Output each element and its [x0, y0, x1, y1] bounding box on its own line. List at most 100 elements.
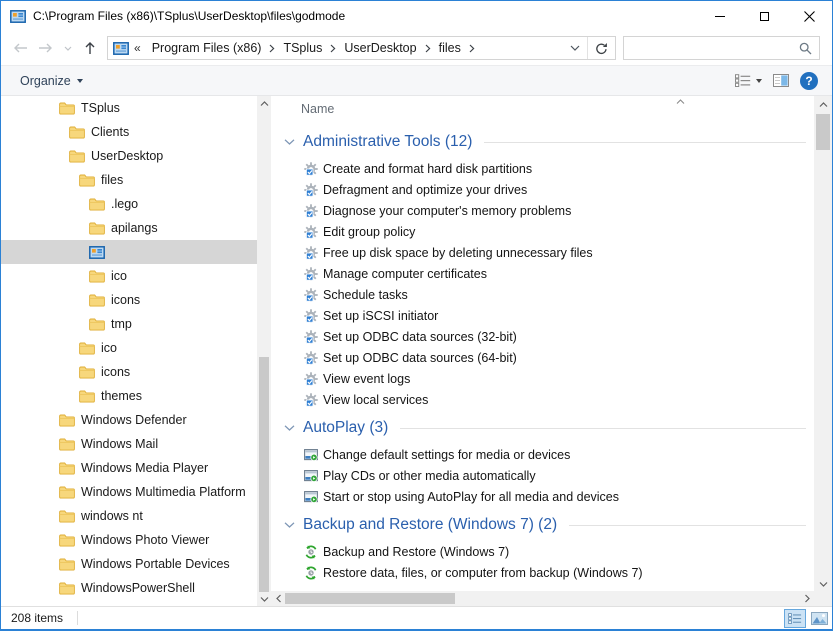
tree-item[interactable]: TSplus [1, 96, 257, 120]
breadcrumb-overflow[interactable]: « [134, 41, 141, 55]
scrollbar-thumb[interactable] [816, 114, 830, 150]
change-view-button[interactable] [735, 74, 762, 87]
close-button[interactable] [787, 1, 832, 31]
scroll-right-button[interactable] [800, 591, 814, 606]
control-panel-task[interactable]: Free up disk space by deleting unnecessa… [271, 242, 814, 263]
control-panel-task[interactable]: Backup and Restore (Windows 7) [271, 541, 814, 562]
explorer-window: C:\Program Files (x86)\TSplus\UserDeskto… [0, 0, 833, 631]
control-panel-task[interactable]: Set up ODBC data sources (64-bit) [271, 347, 814, 368]
maximize-button[interactable] [742, 1, 787, 31]
breadcrumb-segment[interactable]: Program Files (x86) [147, 37, 267, 59]
tree-item[interactable]: icons [1, 360, 257, 384]
scroll-up-button[interactable] [814, 96, 832, 112]
tree-item[interactable]: .lego [1, 192, 257, 216]
folder-icon [79, 342, 95, 355]
tree-item[interactable]: Windows Portable Devices [1, 552, 257, 576]
tree-item[interactable]: themes [1, 384, 257, 408]
chevron-down-icon[interactable] [284, 139, 295, 145]
admin-item-icon [303, 183, 318, 197]
navigation-bar: « Program Files (x86) TSplus UserDesktop… [1, 31, 832, 65]
admin-item-icon [303, 162, 318, 176]
group-heading[interactable]: Backup and Restore (Windows 7) (2) [271, 513, 814, 537]
refresh-icon [595, 42, 608, 55]
autoplay-item-icon [303, 491, 318, 503]
chevron-down-icon[interactable] [284, 522, 295, 528]
details-view-toggle[interactable] [784, 609, 806, 628]
control-panel-task[interactable]: Manage computer certificates [271, 263, 814, 284]
group-heading[interactable]: Administrative Tools (12) [271, 130, 814, 154]
scroll-up-button[interactable] [257, 96, 271, 110]
tree-item[interactable]: WindowsPowerShell [1, 576, 257, 600]
tree-item[interactable]: ico [1, 264, 257, 288]
tree-item[interactable]: Windows Mail [1, 432, 257, 456]
tree-item[interactable]: tmp [1, 312, 257, 336]
tree-item[interactable] [1, 600, 257, 606]
tree-item[interactable]: Windows Media Player [1, 456, 257, 480]
recent-locations-button[interactable] [59, 36, 77, 60]
control-panel-task[interactable]: Start or stop using AutoPlay for all med… [271, 486, 814, 507]
up-button[interactable] [77, 36, 103, 60]
gear-checkbox-icon [304, 204, 318, 218]
command-bar: Organize ? [1, 65, 832, 96]
sidebar-scrollbar[interactable] [257, 96, 271, 606]
scrollbar-thumb[interactable] [285, 593, 455, 604]
column-header-name[interactable]: Name [301, 102, 334, 116]
help-button[interactable]: ? [800, 72, 818, 90]
tree-item[interactable]: Clients [1, 120, 257, 144]
tree-item[interactable]: UserDesktop [1, 144, 257, 168]
tree-item[interactable]: Windows Photo Viewer [1, 528, 257, 552]
breadcrumb-segment[interactable]: TSplus [278, 37, 327, 59]
control-panel-icon [10, 10, 26, 23]
group-heading[interactable]: AutoPlay (3) [271, 416, 814, 440]
main-scrollbar-vertical[interactable] [814, 96, 832, 592]
tree-item[interactable]: apilangs [1, 216, 257, 240]
tree-item[interactable]: icons [1, 288, 257, 312]
control-panel-task[interactable]: View event logs [271, 368, 814, 389]
tree-item[interactable] [1, 240, 257, 264]
minimize-button[interactable] [697, 1, 742, 31]
title-bar[interactable]: C:\Program Files (x86)\TSplus\UserDeskto… [1, 1, 832, 31]
status-divider [77, 611, 78, 625]
tree-item[interactable]: files [1, 168, 257, 192]
preview-pane-button[interactable] [773, 74, 789, 87]
backup-restore-icon [304, 566, 318, 580]
control-panel-task[interactable]: Create and format hard disk partitions [271, 158, 814, 179]
scroll-left-button[interactable] [271, 591, 285, 606]
control-panel-task[interactable]: Schedule tasks [271, 284, 814, 305]
main-scrollbar-horizontal[interactable] [271, 591, 814, 606]
scrollbar-thumb[interactable] [259, 357, 269, 593]
organize-button[interactable]: Organize [11, 70, 92, 92]
address-bar[interactable]: « Program Files (x86) TSplus UserDesktop… [107, 36, 616, 60]
control-panel-task[interactable]: Defragment and optimize your drives [271, 179, 814, 200]
control-panel-task[interactable]: Diagnose your computer's memory problems [271, 200, 814, 221]
breadcrumb-segment[interactable]: files [434, 37, 466, 59]
scroll-down-button[interactable] [814, 576, 832, 592]
group-rule [400, 428, 806, 429]
control-panel-task[interactable]: Edit group policy [271, 221, 814, 242]
control-panel-task[interactable]: View local services [271, 389, 814, 410]
address-dropdown-button[interactable] [563, 37, 587, 59]
forward-button[interactable] [33, 36, 59, 60]
details-view-icon [788, 613, 802, 624]
control-panel-task[interactable]: Play CDs or other media automatically [271, 465, 814, 486]
control-panel-task[interactable]: Restore data, files, or computer from ba… [271, 562, 814, 583]
control-panel-task[interactable]: Set up ODBC data sources (32-bit) [271, 326, 814, 347]
control-panel-task[interactable]: Change default settings for media or dev… [271, 444, 814, 465]
file-group: AutoPlay (3) [271, 416, 814, 507]
scroll-down-button[interactable] [257, 592, 271, 606]
tree-item[interactable]: Windows Multimedia Platform [1, 480, 257, 504]
search-input[interactable] [624, 37, 799, 59]
back-button[interactable] [7, 36, 33, 60]
scrollbar-corner [814, 591, 832, 606]
folder-icon [69, 126, 85, 139]
thumbnail-view-toggle[interactable] [808, 609, 830, 628]
control-panel-task[interactable]: Set up iSCSI initiator [271, 305, 814, 326]
tree-item[interactable]: Windows Defender [1, 408, 257, 432]
chevron-down-icon[interactable] [284, 425, 295, 431]
tree-item[interactable]: windows nt [1, 504, 257, 528]
tree-item[interactable]: ico [1, 336, 257, 360]
folder-icon [59, 438, 75, 451]
refresh-button[interactable] [587, 37, 615, 59]
breadcrumb-segment[interactable]: UserDesktop [339, 37, 421, 59]
search-icon[interactable] [799, 42, 812, 55]
